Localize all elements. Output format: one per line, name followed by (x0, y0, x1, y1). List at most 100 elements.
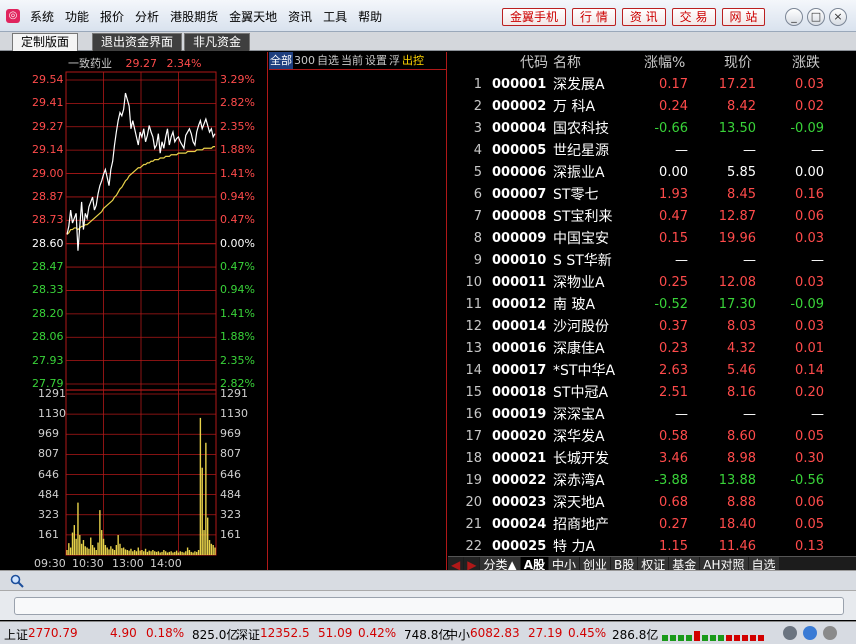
price-tick-label: 27.93 (32, 353, 64, 367)
quote-row[interactable]: 14 000017 *ST中华A 2.63 5.46 0.14 (448, 360, 856, 382)
news-button[interactable]: 资 讯 (621, 8, 666, 26)
col-header-price[interactable]: 现价 (724, 52, 752, 72)
menu-item-function[interactable]: 功能 (65, 8, 89, 25)
search-icon[interactable] (10, 574, 24, 588)
quote-row[interactable]: 3 000004 国农科技 -0.66 13.50 -0.09 (448, 118, 856, 140)
close-button[interactable]: × (829, 8, 847, 26)
tab-exit-fund-view[interactable]: 退出资金界面 (92, 33, 183, 51)
volume-tick-label: 1130 (38, 407, 66, 421)
settings-icon[interactable] (823, 626, 837, 640)
picker-tab-float[interactable]: 浮 (388, 52, 401, 69)
quote-row[interactable]: 7 000008 ST宝利来 0.47 12.87 0.06 (448, 206, 856, 228)
quote-row[interactable]: 18 000021 长城开发 3.46 8.98 0.30 (448, 448, 856, 470)
price-tick-label: 29.41 (32, 96, 64, 110)
quote-row[interactable]: 10 000011 深物业A 0.25 12.08 0.03 (448, 272, 856, 294)
picker-tab-settings[interactable]: 设置 (364, 52, 388, 69)
change-pct: 0.17 (659, 77, 688, 92)
quote-row[interactable]: 20 000023 深天地A 0.68 8.88 0.06 (448, 492, 856, 514)
quote-row[interactable]: 22 000025 特 力A 1.15 11.46 0.13 (448, 536, 856, 553)
price-tick-label: 28.47 (32, 260, 64, 274)
change-pct: -0.52 (654, 297, 688, 312)
quote-row[interactable]: 8 000009 中国宝安 0.15 19.96 0.03 (448, 228, 856, 250)
current-price: 8.88 (727, 495, 756, 510)
current-price: 18.40 (718, 517, 756, 532)
command-input[interactable] (14, 597, 844, 615)
tab-extraordinary-fund[interactable]: 非凡资金 (184, 33, 251, 51)
price-change: 0.14 (795, 363, 824, 378)
zx-index-value[interactable]: 6082.83 (470, 626, 520, 640)
current-price: — (743, 407, 756, 422)
col-header-name[interactable]: 名称 (553, 52, 581, 72)
col-header-change-pct[interactable]: 涨幅% (644, 52, 685, 72)
main-menu: 系统 功能 报价 分析 港股期货 金翼天地 资讯 工具 帮助 (30, 8, 393, 25)
market-button[interactable]: 行 情 (572, 8, 616, 26)
picker-tab-current[interactable]: 当前 (340, 52, 364, 69)
quote-row[interactable]: 12 000014 沙河股份 0.37 8.03 0.03 (448, 316, 856, 338)
picker-tab-300[interactable]: 300 (293, 52, 316, 69)
quote-row[interactable]: 2 000002 万 科A 0.24 8.42 0.02 (448, 96, 856, 118)
quote-row[interactable]: 5 000006 深振业A 0.00 5.85 0.00 (448, 162, 856, 184)
stock-name: ST宝利来 (553, 209, 613, 225)
price-change: 0.02 (795, 99, 824, 114)
quote-row[interactable]: 21 000024 招商地产 0.27 18.40 0.05 (448, 514, 856, 536)
mobile-button[interactable]: 金翼手机 (502, 8, 567, 26)
quote-row[interactable]: 16 000019 深深宝A — — — (448, 404, 856, 426)
current-price: 5.85 (727, 165, 756, 180)
stock-picker-panel[interactable]: 全部 300 自选 当前 设置 浮 出控 (269, 52, 447, 570)
current-price: 19.96 (718, 231, 756, 246)
menu-item-news[interactable]: 资讯 (288, 8, 312, 25)
menu-item-jinyi-world[interactable]: 金翼天地 (229, 8, 277, 25)
quote-row[interactable]: 19 000022 深赤湾A -3.88 13.88 -0.56 (448, 470, 856, 492)
menu-item-hk-futures[interactable]: 港股期货 (170, 8, 218, 25)
zx-index-amount: 286.8亿 (612, 628, 659, 642)
window-controls: _ □ × (785, 8, 851, 26)
website-button[interactable]: 网 站 (721, 8, 766, 26)
picker-tab-control[interactable]: 出控 (401, 52, 425, 69)
maximize-button[interactable]: □ (807, 8, 825, 26)
quote-row[interactable]: 1 000001 深发展A 0.17 17.21 0.03 (448, 74, 856, 96)
quote-row[interactable]: 11 000012 南 玻A -0.52 17.30 -0.09 (448, 294, 856, 316)
menu-item-help[interactable]: 帮助 (358, 8, 382, 25)
globe-icon[interactable] (803, 626, 817, 640)
trade-button[interactable]: 交 易 (671, 8, 716, 26)
picker-tab-all[interactable]: 全部 (269, 52, 293, 69)
quote-row[interactable]: 15 000018 ST中冠A 2.51 8.16 0.20 (448, 382, 856, 404)
change-pct: — (675, 143, 688, 158)
change-pct: 1.93 (659, 187, 688, 202)
quote-row[interactable]: 17 000020 深华发A 0.58 8.60 0.05 (448, 426, 856, 448)
menu-item-analysis[interactable]: 分析 (135, 8, 159, 25)
col-header-code[interactable]: 代码 (520, 52, 548, 72)
quote-row[interactable]: 4 000005 世纪星源 — — — (448, 140, 856, 162)
stock-name: 深物业A (553, 275, 605, 291)
intraday-chart-panel[interactable]: 一致药业 29.27 2.34% 29.54 3.29% 29.41 2.82% 29.… (0, 52, 268, 570)
change-pct: — (675, 253, 688, 268)
menu-item-quote[interactable]: 报价 (100, 8, 124, 25)
sz-index-label: 深证 (236, 628, 261, 642)
tab-custom-layout[interactable]: 定制版面 (12, 33, 79, 51)
price-change: 0.06 (795, 495, 824, 510)
stock-code: 000008 (492, 209, 547, 224)
sh-index-value[interactable]: 2770.79 (28, 626, 78, 640)
app-logo-icon[interactable]: ◎ (6, 9, 20, 23)
menu-item-tools[interactable]: 工具 (323, 8, 347, 25)
command-bar (0, 590, 856, 620)
current-price: 8.60 (727, 429, 756, 444)
sound-icon[interactable] (783, 626, 797, 640)
menu-item-system[interactable]: 系统 (30, 8, 54, 25)
quote-row[interactable]: 9 000010 S ST华新 — — — (448, 250, 856, 272)
sz-index-value[interactable]: 12352.5 (260, 626, 310, 640)
minimize-button[interactable]: _ (785, 8, 803, 26)
price-change: 0.03 (795, 319, 824, 334)
price-change: 0.05 (795, 517, 824, 532)
row-index: 17 (465, 429, 482, 444)
quote-row[interactable]: 13 000016 深康佳A 0.23 4.32 0.01 (448, 338, 856, 360)
menu-bar: ◎ 系统 功能 报价 分析 港股期货 金翼天地 资讯 工具 帮助 金翼手机 行 … (0, 0, 856, 32)
picker-tab-favorites[interactable]: 自选 (316, 52, 340, 69)
sz-index-change: 51.09 (318, 626, 353, 640)
stock-code: 000024 (492, 517, 547, 532)
col-header-change[interactable]: 涨跌 (792, 52, 820, 72)
sz-index-amount: 748.8亿 (404, 628, 451, 642)
row-index: 1 (473, 77, 482, 92)
quote-table[interactable]: 代码 名称 涨幅% 现价 涨跌 1 000001 深发展A 0.17 17.21 0.03… (448, 52, 856, 552)
quote-row[interactable]: 6 000007 ST零七 1.93 8.45 0.16 (448, 184, 856, 206)
